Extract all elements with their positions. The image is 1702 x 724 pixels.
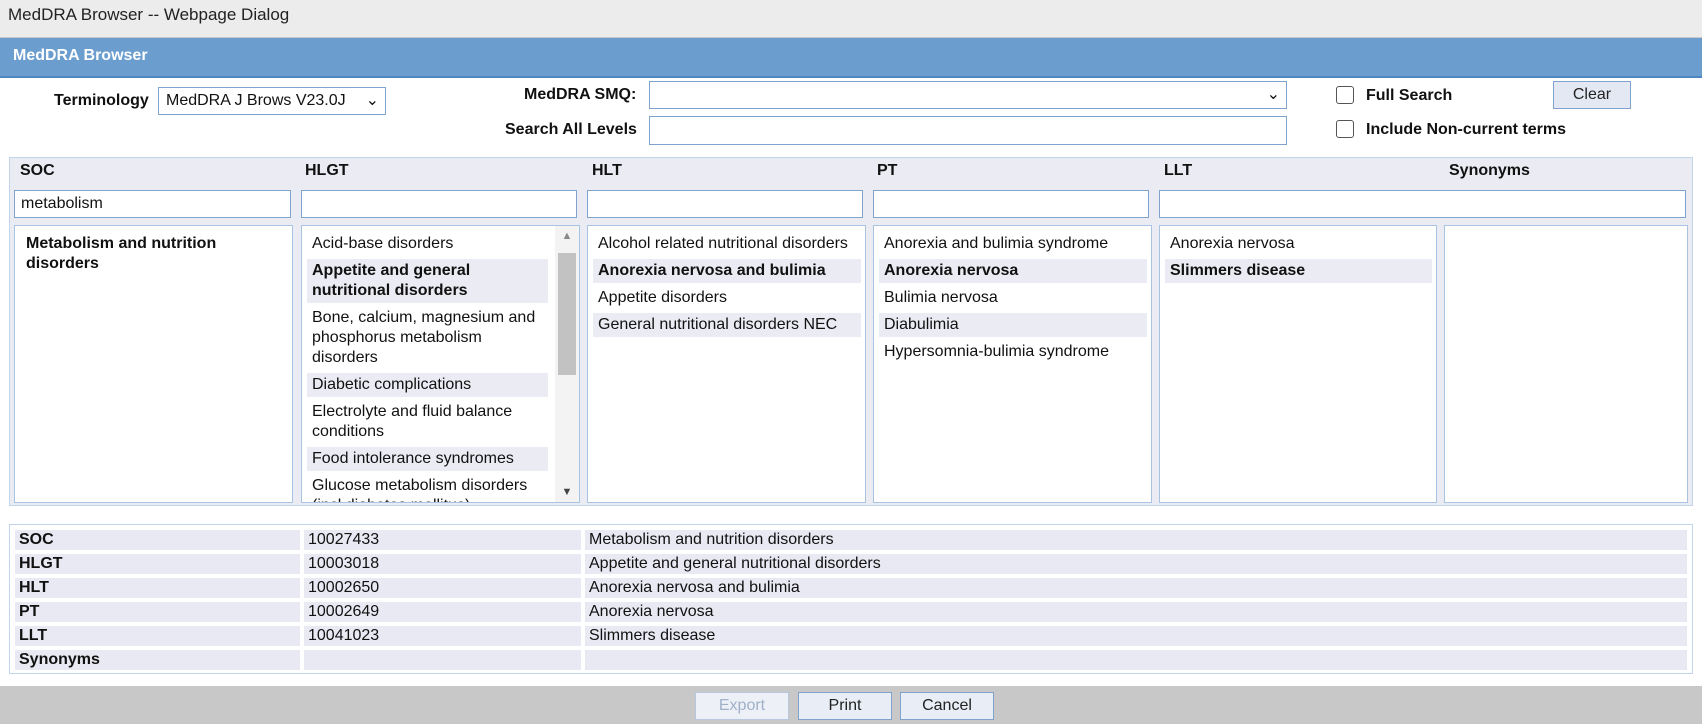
list-item[interactable]: Diabetic complications [307, 373, 548, 397]
list-item[interactable]: Metabolism and nutrition disorders [21, 232, 288, 276]
search-all-levels-label: Search All Levels [505, 121, 637, 138]
list-item[interactable]: Anorexia nervosa and bulimia [593, 259, 861, 283]
list-item[interactable]: Bone, calcium, magnesium and phosphorus … [307, 306, 548, 370]
list-item[interactable]: Appetite and general nutritional disorde… [307, 259, 548, 303]
window-titlebar: MedDRA Browser -- Webpage Dialog [0, 0, 1702, 38]
cancel-button[interactable]: Cancel [900, 692, 994, 720]
list-item[interactable]: Electrolyte and fluid balance conditions [307, 400, 548, 444]
chevron-down-icon: ⌄ [1266, 86, 1280, 103]
list-item[interactable]: Food intolerance syndromes [307, 447, 548, 471]
list-item[interactable]: Anorexia and bulimia syndrome [879, 232, 1147, 256]
app-header: MedDRA Browser [0, 38, 1702, 78]
list-item[interactable]: Bulimia nervosa [879, 286, 1147, 310]
smq-select[interactable]: ⌄ [649, 81, 1287, 109]
pt-column-header: PT [877, 162, 898, 179]
search-all-levels-input[interactable] [649, 116, 1287, 145]
clear-button[interactable]: Clear [1553, 81, 1631, 109]
list-item[interactable]: Anorexia nervosa [879, 259, 1147, 283]
dialog-footer: Export Print Cancel [0, 686, 1702, 724]
list-item[interactable]: Glucose metabolism disorders (incl diabe… [307, 474, 548, 502]
scroll-down-icon[interactable]: ▼ [555, 486, 579, 498]
print-button[interactable]: Print [798, 692, 892, 720]
llt-filter-input[interactable] [1159, 190, 1686, 218]
terminology-select-value: MedDRA J Brows V23.0J [166, 92, 346, 109]
chevron-down-icon: ⌄ [365, 92, 379, 109]
include-noncurrent-checkbox[interactable] [1336, 120, 1354, 138]
terminology-select[interactable]: MedDRA J Brows V23.0J ⌄ [158, 87, 386, 115]
list-item[interactable]: Alcohol related nutritional disorders [593, 232, 861, 256]
term-details-panel: SOC 10027433 Metabolism and nutrition di… [9, 524, 1693, 674]
scroll-thumb[interactable] [558, 253, 576, 375]
llt-column-header: LLT [1164, 162, 1193, 179]
hlgt-column-header: HLGT [305, 162, 349, 179]
scroll-up-icon[interactable]: ▲ [555, 230, 579, 242]
pt-list[interactable]: Anorexia and bulimia syndrome Anorexia n… [873, 225, 1152, 503]
app-title: MedDRA Browser [13, 47, 148, 64]
llt-list[interactable]: Anorexia nervosa Slimmers disease [1159, 225, 1437, 503]
list-item[interactable]: Acid-base disorders [307, 232, 548, 256]
synonyms-column-header: Synonyms [1449, 162, 1530, 179]
soc-column-header: SOC [20, 162, 55, 179]
window-title: MedDRA Browser -- Webpage Dialog [8, 5, 290, 24]
hlt-filter-input[interactable] [587, 190, 863, 218]
hlgt-filter-input[interactable] [301, 190, 577, 218]
list-item[interactable]: Appetite disorders [593, 286, 861, 310]
terminology-label: Terminology [54, 92, 149, 109]
list-item[interactable]: Anorexia nervosa [1165, 232, 1432, 256]
pt-filter-input[interactable] [873, 190, 1149, 218]
export-button[interactable]: Export [695, 692, 789, 720]
synonyms-list[interactable] [1444, 225, 1688, 503]
full-search-checkbox[interactable] [1336, 86, 1354, 104]
smq-label: MedDRA SMQ: [524, 86, 637, 103]
full-search-label: Full Search [1366, 87, 1453, 104]
soc-list[interactable]: Metabolism and nutrition disorders [14, 225, 293, 503]
soc-filter-input[interactable] [14, 190, 291, 218]
include-noncurrent-label: Include Non-current terms [1366, 121, 1567, 138]
hlt-list[interactable]: Alcohol related nutritional disorders An… [587, 225, 866, 503]
hlt-column-header: HLT [592, 162, 622, 179]
list-item[interactable]: Hypersomnia-bulimia syndrome [879, 340, 1147, 364]
list-item[interactable]: Diabulimia [879, 313, 1147, 337]
list-item[interactable]: General nutritional disorders NEC [593, 313, 861, 337]
list-item[interactable]: Slimmers disease [1165, 259, 1432, 283]
hlgt-scrollbar[interactable]: ▲ ▼ [555, 226, 579, 502]
hlgt-list[interactable]: Acid-base disorders Appetite and general… [301, 225, 580, 503]
